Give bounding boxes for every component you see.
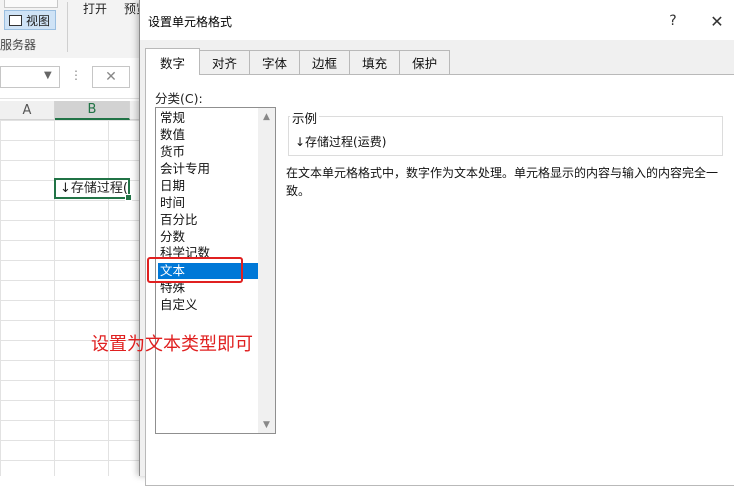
category-list-scrollbar[interactable]: ▲ ▼	[258, 108, 275, 433]
chevron-down-icon[interactable]: ▼	[44, 70, 52, 81]
view-label: 视图	[26, 13, 51, 28]
sample-label: 示例	[290, 108, 320, 127]
dialog-title: 设置单元格格式	[148, 15, 233, 29]
tab-font[interactable]: 字体	[249, 50, 301, 74]
category-item-general[interactable]: 常规	[158, 110, 260, 126]
column-header-b[interactable]: B	[55, 101, 130, 120]
category-item-accounting[interactable]: 会计专用	[158, 161, 260, 177]
text-category-highlight-frame	[147, 257, 243, 283]
scroll-down-arrow-icon[interactable]: ▼	[258, 416, 275, 433]
server-group-label: 服务器	[0, 38, 37, 52]
tab-fill[interactable]: 填充	[349, 50, 401, 74]
open-button[interactable]: 打开	[83, 0, 107, 17]
scroll-up-arrow-icon[interactable]: ▲	[258, 108, 275, 125]
tab-alignment[interactable]: 对齐	[199, 50, 251, 74]
view-button[interactable]: 视图	[4, 10, 56, 30]
formula-cancel-button[interactable]: ✕	[92, 66, 130, 88]
category-item-fraction[interactable]: 分数	[158, 229, 260, 245]
formula-bar-grip-icon: ⋮	[70, 68, 82, 82]
view-icon	[9, 14, 22, 26]
active-cell[interactable]: ↓存储过程(	[54, 178, 130, 199]
category-item-date[interactable]: 日期	[158, 178, 260, 194]
format-cells-dialog: 设置单元格格式 ? ✕ 数字 对齐 字体 边框 填充 保护 分类(C): 常规 …	[139, 0, 734, 486]
category-item-currency[interactable]: 货币	[158, 144, 260, 160]
category-item-percentage[interactable]: 百分比	[158, 212, 260, 228]
cell-grid[interactable]	[0, 120, 140, 476]
category-item-number[interactable]: 数值	[158, 127, 260, 143]
format-description: 在文本单元格格式中，数字作为文本处理。单元格显示的内容与输入的内容完全一致。	[286, 166, 719, 198]
sample-value: ↓存储过程(运费)	[295, 135, 387, 149]
dialog-tabs: 数字 对齐 字体 边框 填充 保护	[145, 48, 451, 75]
column-header-a[interactable]: A	[0, 101, 55, 120]
category-item-custom[interactable]: 自定义	[158, 297, 260, 313]
ribbon-separator	[67, 2, 68, 52]
close-button[interactable]: ✕	[706, 10, 728, 32]
ribbon-button-stub[interactable]	[4, 0, 58, 8]
category-label: 分类(C):	[155, 91, 203, 106]
tab-number[interactable]: 数字	[145, 48, 201, 75]
annotation-note: 设置为文本类型即可	[91, 334, 253, 355]
category-item-time[interactable]: 时间	[158, 195, 260, 211]
tab-border[interactable]: 边框	[299, 50, 351, 74]
help-button[interactable]: ?	[662, 10, 684, 32]
dialog-titlebar[interactable]: 设置单元格格式 ? ✕	[140, 0, 734, 40]
fill-handle[interactable]	[125, 194, 132, 201]
tab-protection[interactable]: 保护	[399, 50, 451, 74]
